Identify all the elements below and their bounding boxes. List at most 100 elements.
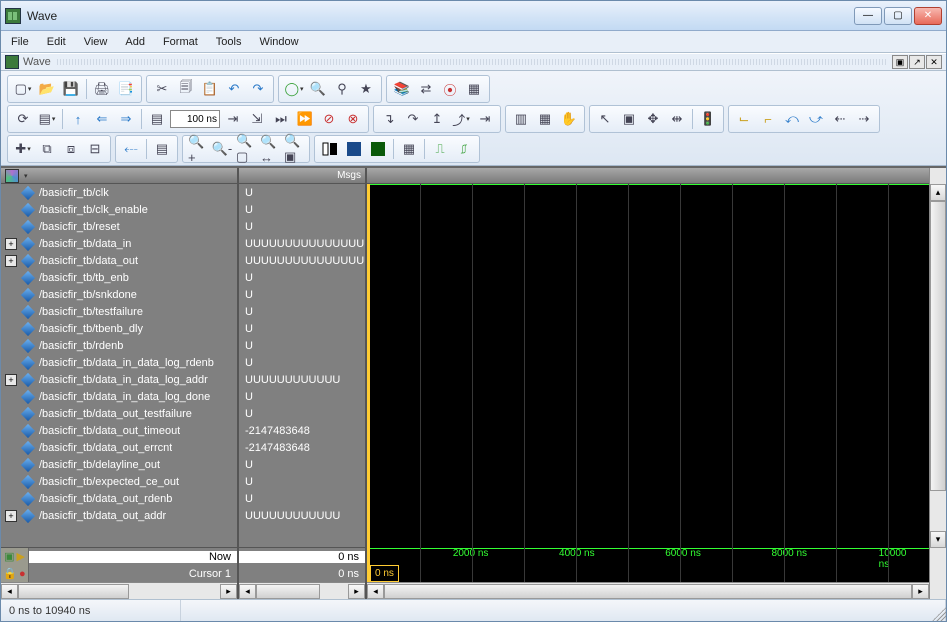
expand-toggle[interactable]: +	[5, 510, 17, 522]
signal-row[interactable]: +/basicfir_tb/data_out_addr	[1, 507, 237, 524]
run-button[interactable]: ⇥	[222, 108, 244, 130]
signal-row[interactable]: /basicfir_tb/clk	[1, 184, 237, 201]
breakpoint-button[interactable]: ⦿	[439, 78, 461, 100]
signal-row[interactable]: /basicfir_tb/data_in_data_log_done	[1, 388, 237, 405]
coverage-button[interactable]: ✋	[558, 108, 580, 130]
cut-button[interactable]: ✂	[151, 78, 173, 100]
print-preview-button[interactable]: 📑	[115, 78, 137, 100]
menu-view[interactable]: View	[80, 34, 112, 50]
signal-row[interactable]: /basicfir_tb/data_out_testfailure	[1, 405, 237, 422]
zoom-full-button[interactable]: 🔍▢	[235, 138, 257, 160]
expand-toggle[interactable]: +	[5, 238, 17, 250]
signal-row[interactable]: /basicfir_tb/expected_ce_out	[1, 473, 237, 490]
run-all-button[interactable]: ⇲	[246, 108, 268, 130]
continue-run-button[interactable]: ⏭	[270, 108, 292, 130]
objects-cube-icon[interactable]	[5, 169, 19, 183]
step-up-button[interactable]: ↑	[67, 108, 89, 130]
list-window-button[interactable]: ▦	[534, 108, 556, 130]
signal-row[interactable]: /basicfir_tb/data_in_data_log_rdenb	[1, 354, 237, 371]
signal-value-row[interactable]: U	[239, 184, 365, 201]
step-over-button[interactable]: ↷	[402, 108, 424, 130]
layout-button[interactable]: 📚	[391, 78, 413, 100]
zoom-cursor-button[interactable]: 🔍↔	[259, 138, 281, 160]
run-cont-button[interactable]: ⏩	[294, 108, 316, 130]
zoom-area-button[interactable]: ▣	[618, 108, 640, 130]
inner-dock-button[interactable]: ▣	[892, 55, 908, 69]
signal-value-row[interactable]: UUUUUUUUUUUU	[239, 507, 365, 524]
signal-value-row[interactable]: U	[239, 269, 365, 286]
signal-value-row[interactable]: UUUUUUUUUUUUUUUU	[239, 235, 365, 252]
wave-mode2-button[interactable]	[343, 138, 365, 160]
stop-button[interactable]: ⊗	[342, 108, 364, 130]
add-to-wave-button[interactable]: ✚▾	[12, 138, 34, 160]
signal-value-row[interactable]: U	[239, 354, 365, 371]
signal-value-row[interactable]: UUUUUUUUUUUUUUUU	[239, 252, 365, 269]
paste-button[interactable]: 📋	[199, 78, 221, 100]
compile-button[interactable]: ◯▾	[283, 78, 305, 100]
signal-row[interactable]: +/basicfir_tb/data_out	[1, 252, 237, 269]
signal-value-row[interactable]: U	[239, 218, 365, 235]
signal-row[interactable]: /basicfir_tb/clk_enable	[1, 201, 237, 218]
signals-header[interactable]: ▾	[1, 168, 237, 184]
wave-mode3-button[interactable]	[367, 138, 389, 160]
cursor-remove-button[interactable]: ⌐	[757, 108, 779, 130]
run-length-input[interactable]	[170, 110, 220, 128]
signal-format2-button[interactable]: ⎎	[453, 138, 475, 160]
signal-value-row[interactable]: U	[239, 473, 365, 490]
prev-edge-button[interactable]: ⤎	[120, 138, 142, 160]
signal-row[interactable]: /basicfir_tb/testfailure	[1, 303, 237, 320]
filter-button[interactable]: ▤	[151, 138, 173, 160]
open-button[interactable]: 📂	[36, 78, 58, 100]
expand-toggle[interactable]: +	[5, 255, 17, 267]
values-hscroll[interactable]: ◂▸	[239, 582, 365, 599]
prev-transition-button[interactable]: ⤺	[781, 108, 803, 130]
signals-hscroll[interactable]: ◂▸	[1, 582, 237, 599]
zoom-in-button[interactable]: 🔍+	[187, 138, 209, 160]
grid-toggle-button[interactable]: ▦	[398, 138, 420, 160]
remove-signal-button[interactable]: ⊟	[84, 138, 106, 160]
menu-window[interactable]: Window	[255, 34, 302, 50]
redo-button[interactable]: ↷	[247, 78, 269, 100]
run-continue-button[interactable]: ▤▾	[36, 108, 58, 130]
group-signals-button[interactable]: ⧈	[60, 138, 82, 160]
wave-hscroll[interactable]: ◂▸	[367, 582, 929, 599]
run-to-cursor-button[interactable]: ⇥	[474, 108, 496, 130]
signal-value-row[interactable]: U	[239, 286, 365, 303]
inner-close-button[interactable]: ✕	[926, 55, 942, 69]
signal-format1-button[interactable]: ⎍	[429, 138, 451, 160]
signal-row[interactable]: /basicfir_tb/tbenb_dly	[1, 320, 237, 337]
find-in-files-button[interactable]: ⚲	[331, 78, 353, 100]
find-next-button[interactable]: ⇢	[853, 108, 875, 130]
signal-value-row[interactable]: U	[239, 201, 365, 218]
signal-value-row[interactable]: -2147483648	[239, 439, 365, 456]
combine-signals-button[interactable]: ⧉	[36, 138, 58, 160]
print-button[interactable]: 🖨	[91, 78, 113, 100]
signal-value-row[interactable]: -2147483648	[239, 422, 365, 439]
menu-edit[interactable]: Edit	[43, 34, 70, 50]
step-forward-button[interactable]: ⇒	[115, 108, 137, 130]
signal-row[interactable]: /basicfir_tb/delayline_out	[1, 456, 237, 473]
signal-value-row[interactable]: U	[239, 303, 365, 320]
signal-value-row[interactable]: UUUUUUUUUUUU	[239, 371, 365, 388]
wave-mode1-button[interactable]	[319, 138, 341, 160]
signal-row[interactable]: /basicfir_tb/data_out_rdenb	[1, 490, 237, 507]
next-transition-button[interactable]: ⤻	[805, 108, 827, 130]
cursor-marker[interactable]: 0 ns	[370, 565, 399, 582]
signal-value-row[interactable]: U	[239, 456, 365, 473]
zoom-out-button[interactable]: 🔍-	[211, 138, 233, 160]
signal-row[interactable]: /basicfir_tb/snkdone	[1, 286, 237, 303]
signal-row[interactable]: +/basicfir_tb/data_in	[1, 235, 237, 252]
menu-file[interactable]: File	[7, 34, 33, 50]
toggle-bookmark-button[interactable]: ★	[355, 78, 377, 100]
new-button[interactable]: ▢▾	[12, 78, 34, 100]
signal-row[interactable]: /basicfir_tb/data_out_timeout	[1, 422, 237, 439]
save-button[interactable]: 💾	[60, 78, 82, 100]
break-button[interactable]: ⊘	[318, 108, 340, 130]
move-button[interactable]: ✥	[642, 108, 664, 130]
signal-row[interactable]: /basicfir_tb/reset	[1, 218, 237, 235]
menu-format[interactable]: Format	[159, 34, 202, 50]
memory-button[interactable]: ▦	[463, 78, 485, 100]
wave-vscroll[interactable]: ▴ ▾	[929, 168, 946, 599]
expand-toggle[interactable]: +	[5, 374, 17, 386]
traffic-light-icon[interactable]: 🚦	[697, 108, 719, 130]
